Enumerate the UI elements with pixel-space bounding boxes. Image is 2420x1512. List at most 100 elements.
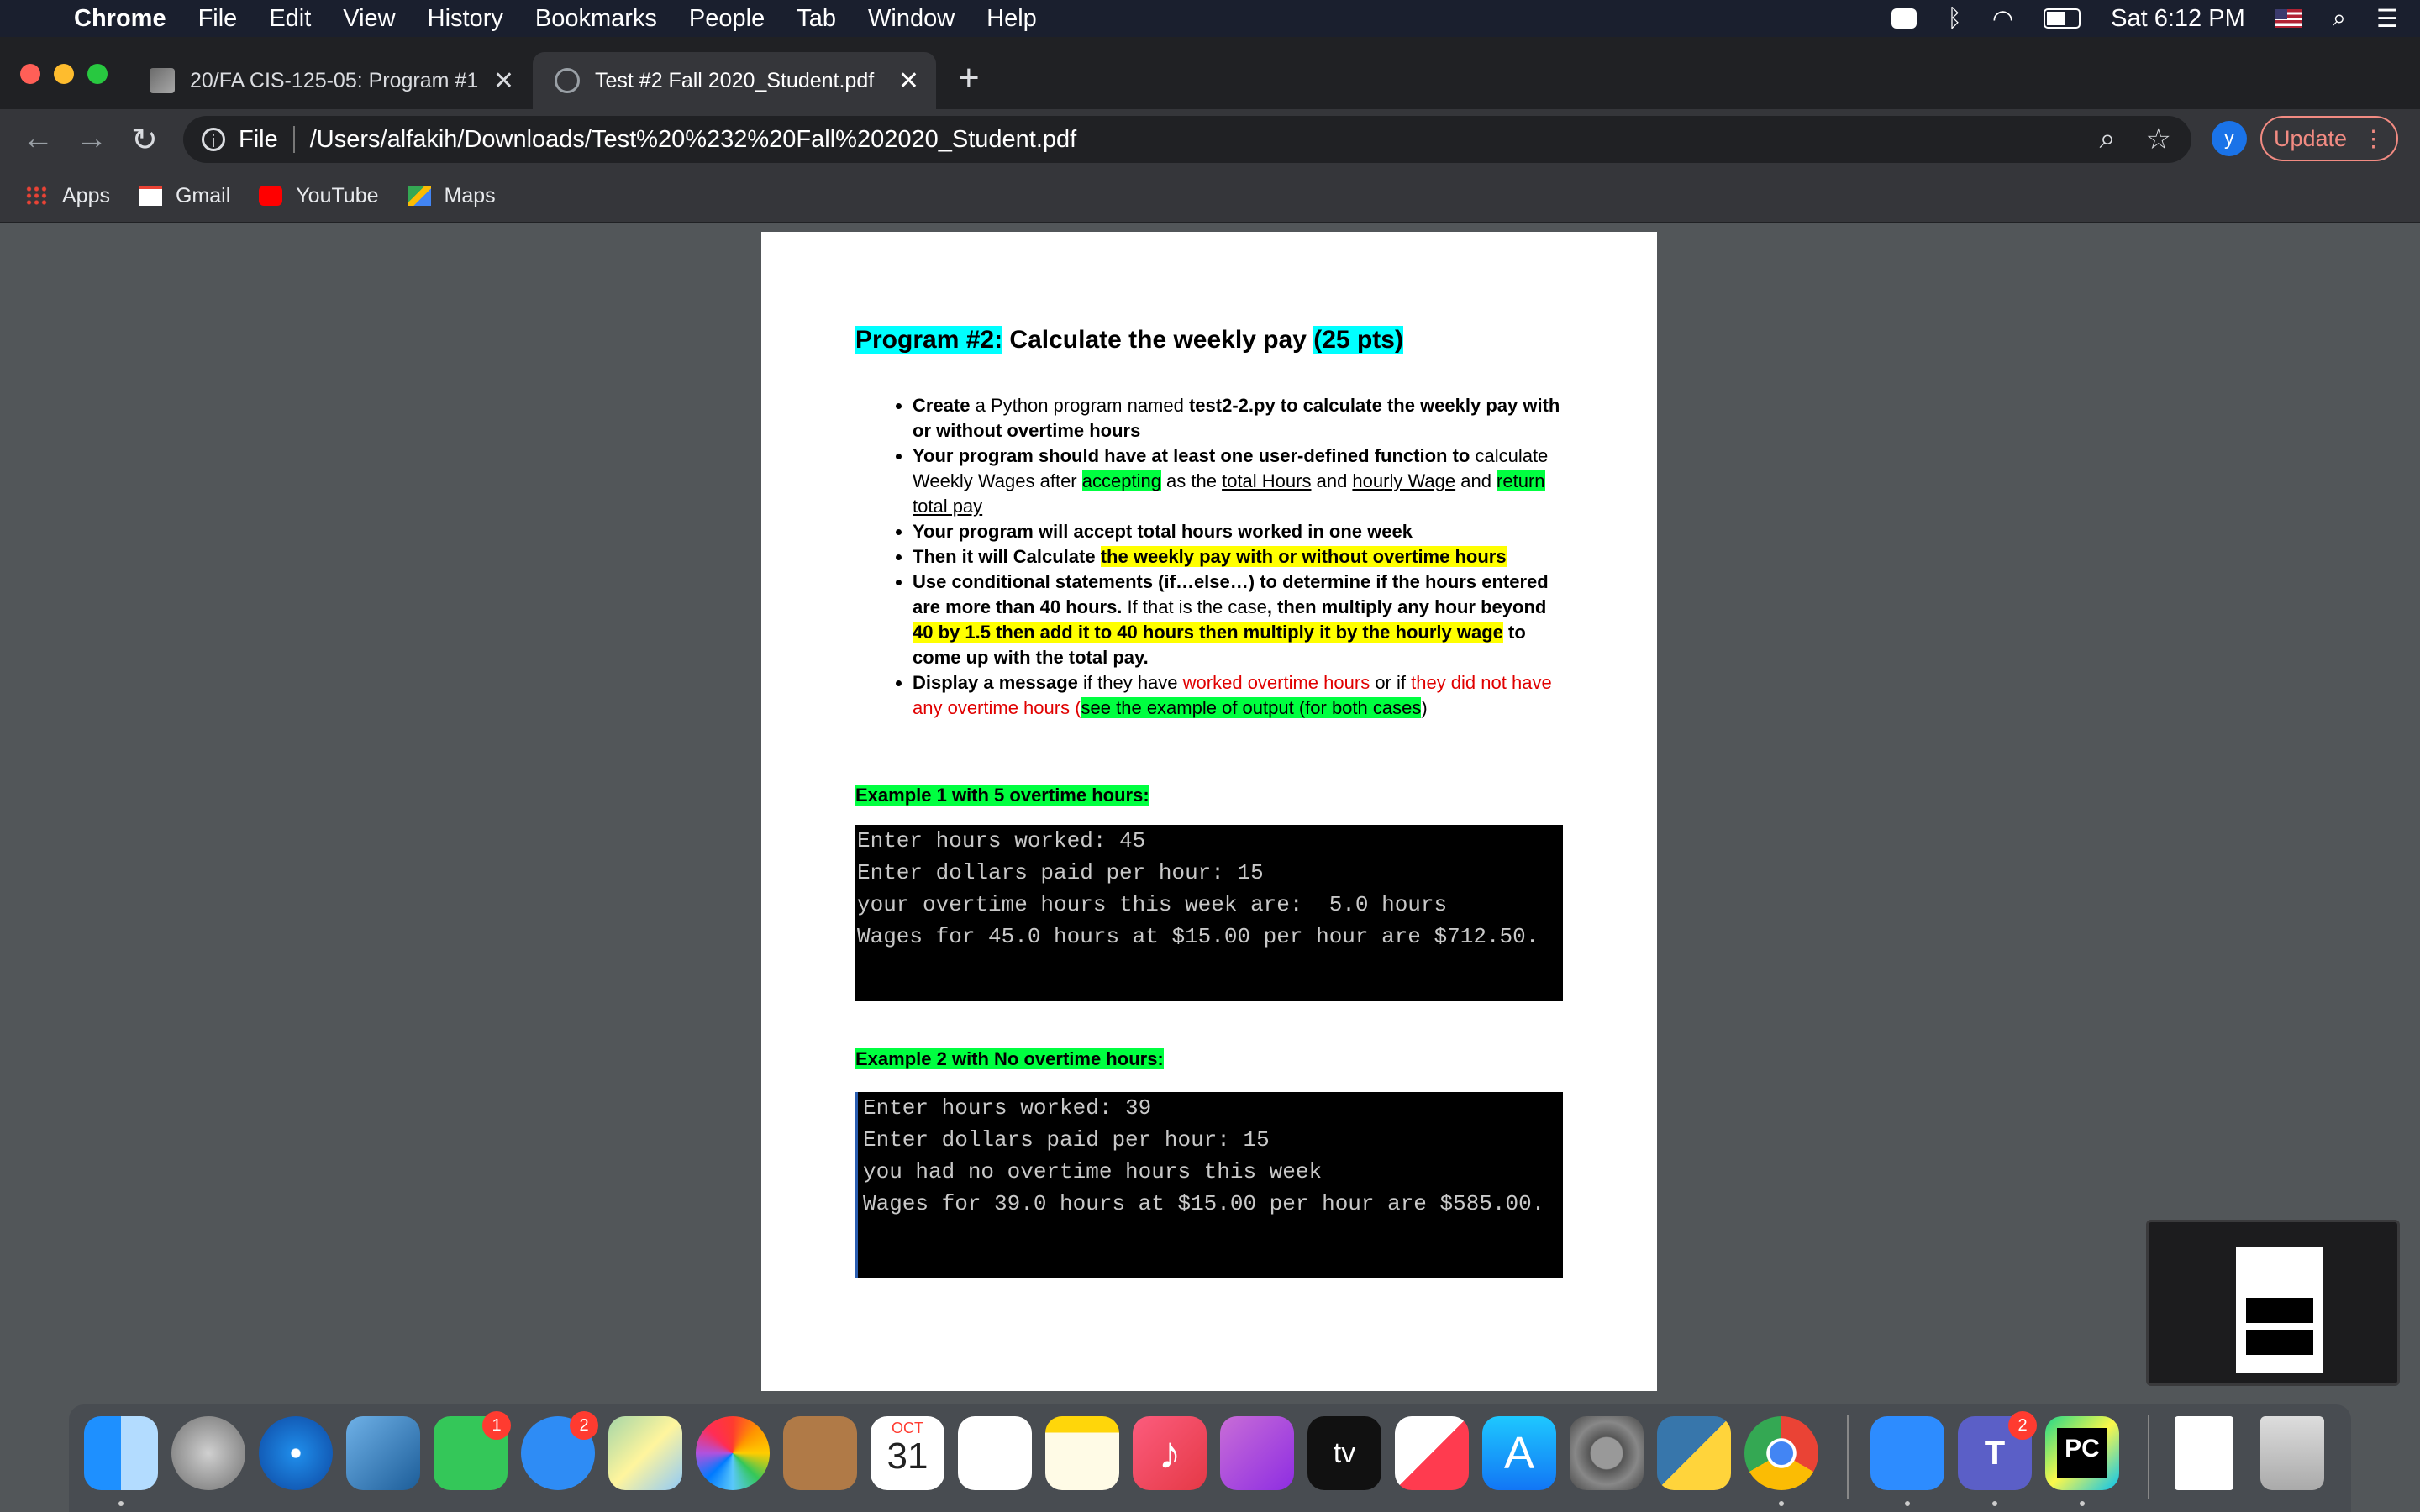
maps-app-icon[interactable]: [608, 1416, 682, 1490]
notification-center-icon[interactable]: ☰: [2376, 4, 2398, 34]
reminders-icon[interactable]: [958, 1416, 1032, 1490]
facetime-badge: 1: [482, 1411, 511, 1440]
update-button[interactable]: Update ⋮: [2260, 116, 2398, 161]
bookmark-apps[interactable]: Apps: [25, 184, 110, 208]
menu-clock[interactable]: Sat 6:12 PM: [2111, 5, 2245, 33]
messages-badge: 2: [570, 1411, 598, 1440]
python-launcher-icon[interactable]: [1657, 1416, 1731, 1490]
bookmark-label: YouTube: [296, 183, 379, 207]
app-store-icon[interactable]: A: [1482, 1416, 1556, 1490]
calendar-month: OCT: [892, 1420, 923, 1436]
bookmark-gmail[interactable]: Gmail: [138, 184, 230, 208]
bookmark-youtube[interactable]: YouTube: [259, 183, 379, 208]
forward-arrow-icon[interactable]: →: [76, 121, 108, 157]
music-icon[interactable]: ♪: [1133, 1416, 1207, 1490]
example-1-label: Example 1 with 5 overtime hours:: [855, 785, 1150, 806]
list-item: Then it will Calculate the weekly pay wi…: [913, 544, 1568, 570]
tab-program-1[interactable]: 20/FA CIS-125-05: Program #1 ✕: [128, 52, 531, 109]
list-item: Display a message if they have worked ov…: [913, 670, 1568, 721]
running-indicator: [1779, 1501, 1784, 1506]
bookmark-maps[interactable]: Maps: [407, 183, 496, 208]
title-points: (25 pts): [1313, 326, 1403, 354]
menu-help[interactable]: Help: [986, 5, 1037, 33]
trash-icon[interactable]: [2260, 1416, 2324, 1490]
running-indicator: [2080, 1501, 2085, 1506]
menu-app-name[interactable]: Chrome: [74, 5, 166, 33]
globe-icon: [555, 68, 580, 93]
contacts-icon[interactable]: [783, 1416, 857, 1490]
zoom-magnifier-icon[interactable]: ⌕: [2099, 123, 2115, 156]
address-bar[interactable]: i File /Users/alfakih/Downloads/Test%20%…: [183, 116, 2191, 163]
profile-avatar[interactable]: y: [2212, 121, 2247, 156]
notes-icon[interactable]: [1045, 1416, 1119, 1490]
update-label: Update: [2273, 125, 2348, 151]
back-arrow-icon[interactable]: ←: [22, 121, 54, 157]
chrome-icon[interactable]: [1744, 1416, 1818, 1490]
menu-file[interactable]: File: [198, 5, 238, 33]
window-minimize-button[interactable]: [54, 64, 74, 84]
console-line: Wages for 45.0 hours at $15.00 per hour …: [857, 924, 1539, 949]
bluetooth-icon[interactable]: ᛒ: [1947, 5, 1961, 33]
console-line: Wages for 39.0 hours at $15.00 per hour …: [863, 1191, 1545, 1216]
running-indicator: [118, 1501, 124, 1506]
pycharm-icon[interactable]: PC: [2045, 1416, 2119, 1490]
site-info-icon[interactable]: i: [202, 128, 225, 151]
example-1-console: Enter hours worked: 45 Enter dollars paid…: [855, 825, 1563, 1001]
console-line: Enter hours worked: 39: [863, 1095, 1152, 1121]
input-flag-icon[interactable]: [2275, 9, 2302, 28]
new-tab-plus-icon[interactable]: +: [958, 57, 980, 99]
thumbnail-console-preview: [2246, 1330, 2313, 1355]
tab-close-icon[interactable]: ✕: [493, 66, 514, 96]
title-program-number: Program #2:: [855, 326, 1003, 354]
menu-window[interactable]: Window: [868, 5, 955, 33]
wifi-icon[interactable]: ◠: [1992, 4, 2013, 34]
console-line: Enter hours worked: 45: [857, 828, 1146, 853]
window-close-button[interactable]: [20, 64, 40, 84]
screenshot-thumbnail[interactable]: [2146, 1220, 2400, 1386]
appletv-icon[interactable]: tv: [1307, 1416, 1381, 1490]
teams-badge: 2: [2008, 1411, 2037, 1440]
console-line: Enter dollars paid per hour: 15: [863, 1127, 1270, 1152]
spotlight-search-icon[interactable]: ⌕: [2333, 5, 2346, 33]
mail-icon[interactable]: [346, 1416, 420, 1490]
document-title: Program #2: Calculate the weekly pay (25…: [855, 326, 1403, 354]
reload-icon[interactable]: ↻: [131, 121, 158, 159]
gmail-icon: [138, 186, 162, 206]
menu-view[interactable]: View: [343, 5, 395, 33]
bookmark-label: Maps: [444, 183, 496, 207]
system-preferences-icon[interactable]: [1570, 1416, 1644, 1490]
video-status-icon[interactable]: [1891, 8, 1918, 29]
more-menu-icon[interactable]: ⋮: [2362, 126, 2385, 152]
window-zoom-button[interactable]: [87, 64, 108, 84]
tab-test-2-pdf[interactable]: Test #2 Fall 2020_Student.pdf ✕: [533, 52, 936, 109]
console-line: your overtime hours this week are: 5.0 h…: [857, 892, 1448, 917]
address-separator: [292, 126, 295, 153]
finder-icon[interactable]: [84, 1416, 158, 1490]
menu-bookmarks[interactable]: Bookmarks: [535, 5, 657, 33]
pycharm-label: PC: [2057, 1428, 2107, 1478]
bookmarks-bar: Apps Gmail YouTube Maps: [0, 170, 2420, 223]
console-line: Enter dollars paid per hour: 15: [857, 860, 1264, 885]
menu-history[interactable]: History: [428, 5, 503, 33]
photos-icon[interactable]: [696, 1416, 770, 1490]
menu-edit[interactable]: Edit: [269, 5, 311, 33]
menu-people[interactable]: People: [689, 5, 765, 33]
zoom-icon[interactable]: [1870, 1416, 1944, 1490]
downloads-stack-icon[interactable]: [2175, 1416, 2233, 1490]
address-url[interactable]: /Users/alfakih/Downloads/Test%20%232%20F…: [310, 126, 1076, 154]
news-icon[interactable]: [1395, 1416, 1469, 1490]
safari-icon[interactable]: [259, 1416, 333, 1490]
menu-tab[interactable]: Tab: [797, 5, 836, 33]
podcasts-icon[interactable]: [1220, 1416, 1294, 1490]
list-item: Use conditional statements (if…else…) to…: [913, 570, 1568, 670]
address-scheme-label: File: [239, 125, 278, 153]
tab-close-icon[interactable]: ✕: [898, 66, 919, 96]
bookmark-star-icon[interactable]: ☆: [2146, 123, 2171, 156]
maps-icon: [407, 186, 431, 206]
calendar-icon[interactable]: OCT 31: [871, 1416, 944, 1490]
bookmark-label: Apps: [62, 183, 110, 207]
tab-title: 20/FA CIS-125-05: Program #1: [190, 68, 479, 92]
dock-separator: [1847, 1415, 1849, 1499]
battery-icon[interactable]: [2044, 8, 2081, 29]
launchpad-icon[interactable]: [171, 1416, 245, 1490]
